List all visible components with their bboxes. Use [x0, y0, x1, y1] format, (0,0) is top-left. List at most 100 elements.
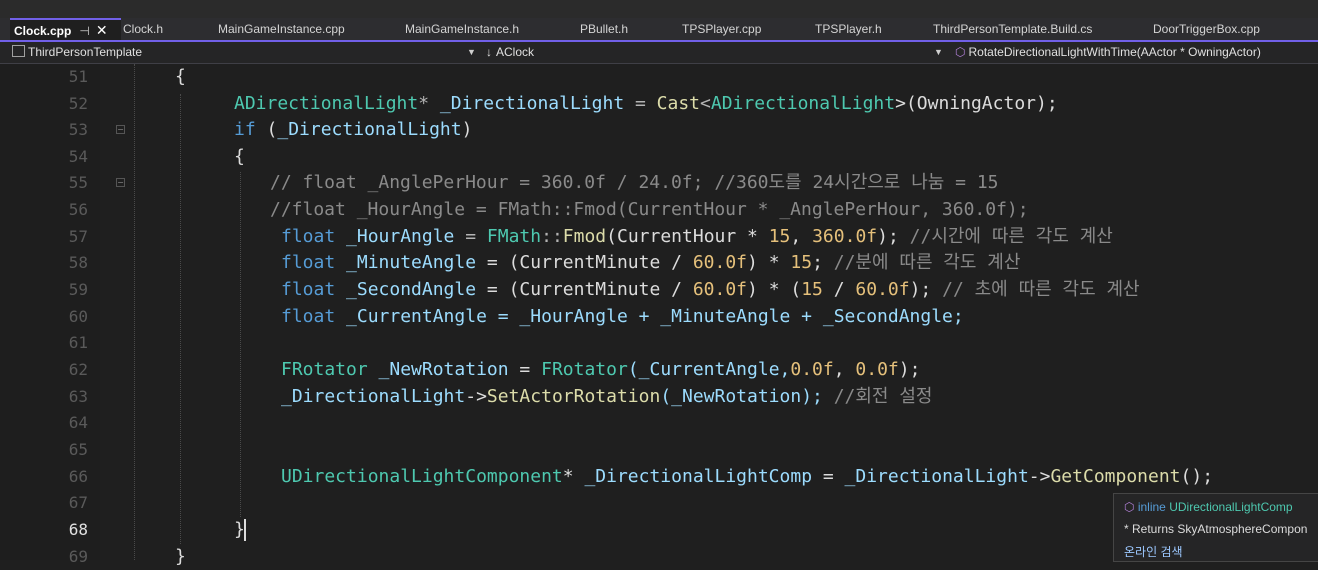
online-search-link[interactable]: 온라인 검색 — [1124, 543, 1183, 560]
cube-icon: ⬡ — [1124, 500, 1135, 514]
code-editor[interactable]: { ADirectionalLight* _DirectionalLight =… — [0, 64, 1318, 567]
tab-doortriggerbox-cpp[interactable]: DoorTriggerBox.cpp — [1153, 18, 1260, 40]
member-name: RotateDirectionalLightWithTime(AActor * … — [968, 45, 1261, 59]
token: float — [281, 252, 336, 273]
code-line-56: //float _HourAngle = FMath::Fmod(Current… — [270, 197, 1029, 223]
code-line-59: float _SecondAngle = (CurrentMinute / 60… — [281, 277, 1140, 303]
token: -> — [1028, 466, 1051, 487]
pin-icon[interactable]: ⊣ — [79, 24, 89, 38]
tab-pbullet-h[interactable]: PBullet.h — [580, 18, 628, 40]
code-line-51: { — [175, 64, 186, 90]
token: _HourAngle — [335, 226, 455, 247]
token: ); — [898, 359, 921, 380]
token: SetActorRotation — [486, 386, 661, 407]
tooltip-description: * Returns SkyAtmosphereCompon — [1124, 522, 1308, 536]
comment: //회전 설정 — [833, 386, 933, 407]
token: = — [624, 93, 657, 114]
token: FRotator — [281, 359, 368, 380]
token: (_CurrentAngle, — [627, 359, 791, 380]
document-tab-bar: Clock.cpp ⊣ ✕ Clock.h MainGameInstance.cpp… — [0, 18, 1318, 40]
token: >(OwningActor); — [895, 93, 1058, 114]
tab-build-cs[interactable]: ThirdPersonTemplate.Build.cs — [933, 18, 1092, 40]
brace: } — [175, 546, 186, 567]
token: UDirectionalLightComponent — [281, 466, 563, 487]
code-line-69: } — [175, 544, 186, 570]
tab-label: PBullet.h — [580, 22, 629, 36]
tab-tpsplayer-h[interactable]: TPSPlayer.h — [815, 18, 882, 40]
comment: // float _AnglePerHour = 360.0f / 24.0f;… — [270, 172, 999, 193]
tab-tpsplayer-cpp[interactable]: TPSPlayer.cpp — [682, 18, 761, 40]
comment: //float _HourAngle = FMath::Fmod(Current… — [270, 199, 1029, 220]
code-line-62: FRotator _NewRotation = FRotator(_Curren… — [281, 357, 920, 383]
project-icon — [12, 45, 25, 57]
token: FMath — [486, 226, 542, 247]
tooltip-keyword: inline — [1137, 500, 1166, 514]
token: = _HourAngle + _MinuteAngle + _SecondAng… — [486, 306, 964, 327]
token: ) * ( — [747, 279, 802, 300]
token: , — [833, 359, 856, 380]
tooltip-type: UDirectionalLightComp — [1169, 500, 1293, 514]
token: ADirectionalLight — [710, 93, 896, 114]
code-line-66: UDirectionalLightComponent* _Directional… — [281, 464, 1213, 490]
token: ; — [812, 252, 834, 273]
scope-dropdown[interactable]: ↓ AClock ▼ — [486, 42, 946, 63]
token: (CurrentHour * — [606, 226, 769, 247]
token: ); — [877, 226, 910, 247]
quick-info-tooltip: ⬡ inline UDirectionalLightComp * Returns… — [1113, 493, 1318, 562]
method-icon: ⬡ — [955, 45, 966, 59]
token: 0.0f — [855, 359, 899, 380]
token: / — [822, 279, 856, 300]
token: 15 — [801, 279, 823, 300]
comment: //시간에 따른 각도 계산 — [909, 226, 1113, 247]
tab-label: TPSPlayer.h — [815, 22, 882, 36]
token: , — [790, 226, 813, 247]
chevron-down-icon: ▼ — [467, 47, 476, 57]
token: (_NewRotation); — [660, 386, 834, 407]
token: = (CurrentMinute / — [476, 252, 693, 273]
token: ) * — [747, 252, 791, 273]
tab-label: MainGameInstance.cpp — [218, 22, 345, 36]
token: float — [281, 226, 336, 247]
tab-label: DoorTriggerBox.cpp — [1153, 22, 1260, 36]
token: ( — [255, 119, 278, 140]
code-line-63: _DirectionalLight->SetActorRotation(_New… — [281, 384, 932, 410]
token: _CurrentAngle — [335, 306, 487, 327]
token: ADirectionalLight — [234, 93, 419, 114]
token: 60.0f — [855, 279, 910, 300]
tab-label: MainGameInstance.h — [405, 22, 520, 36]
tab-clock-h[interactable]: Clock.h — [123, 18, 163, 40]
code-line-58: float _MinuteAngle = (CurrentMinute / 60… — [281, 250, 1020, 276]
comment: // 초에 따른 각도 계산 — [942, 279, 1140, 300]
token: -> — [465, 386, 487, 407]
close-icon[interactable]: ✕ — [96, 22, 108, 38]
code-line-53: if (_DirectionalLight) — [234, 117, 472, 143]
tab-label: TPSPlayer.cpp — [682, 22, 762, 36]
token: :: — [541, 226, 563, 247]
project-dropdown[interactable]: ThirdPersonTemplate ▼ — [12, 42, 478, 63]
token: _SecondAngle — [335, 279, 477, 300]
tooltip-signature: ⬡ inline UDirectionalLightComp — [1124, 500, 1293, 514]
token: FRotator — [541, 359, 628, 380]
token: _MinuteAngle — [335, 252, 477, 273]
token: 360.0f — [812, 226, 878, 247]
token: _DirectionalLight — [281, 386, 466, 407]
scope-name: AClock — [496, 45, 535, 59]
token: _DirectionalLightComp — [584, 466, 813, 487]
token: = — [812, 466, 845, 487]
token: _DirectionalLight — [844, 466, 1029, 487]
tab-maingameinstance-h[interactable]: MainGameInstance.h — [405, 18, 519, 40]
token: 0.0f — [790, 359, 834, 380]
token: < — [700, 93, 711, 114]
token: Cast — [656, 93, 701, 114]
tab-maingameinstance-cpp[interactable]: MainGameInstance.cpp — [218, 18, 345, 40]
token: * — [418, 93, 440, 114]
token: GetComponent — [1050, 466, 1181, 487]
code-line-57: float _HourAngle = FMath::Fmod(CurrentHo… — [281, 224, 1113, 250]
token: ) — [461, 119, 473, 140]
top-strip — [0, 0, 1318, 18]
comment: //분에 따른 각도 계산 — [833, 252, 1021, 273]
member-dropdown[interactable]: ⬡ RotateDirectionalLightWithTime(AActor *… — [955, 42, 1315, 63]
token: Fmod — [562, 226, 607, 247]
tab-clock-cpp[interactable]: Clock.cpp ⊣ ✕ — [10, 18, 121, 40]
token: _NewRotation — [367, 359, 509, 380]
